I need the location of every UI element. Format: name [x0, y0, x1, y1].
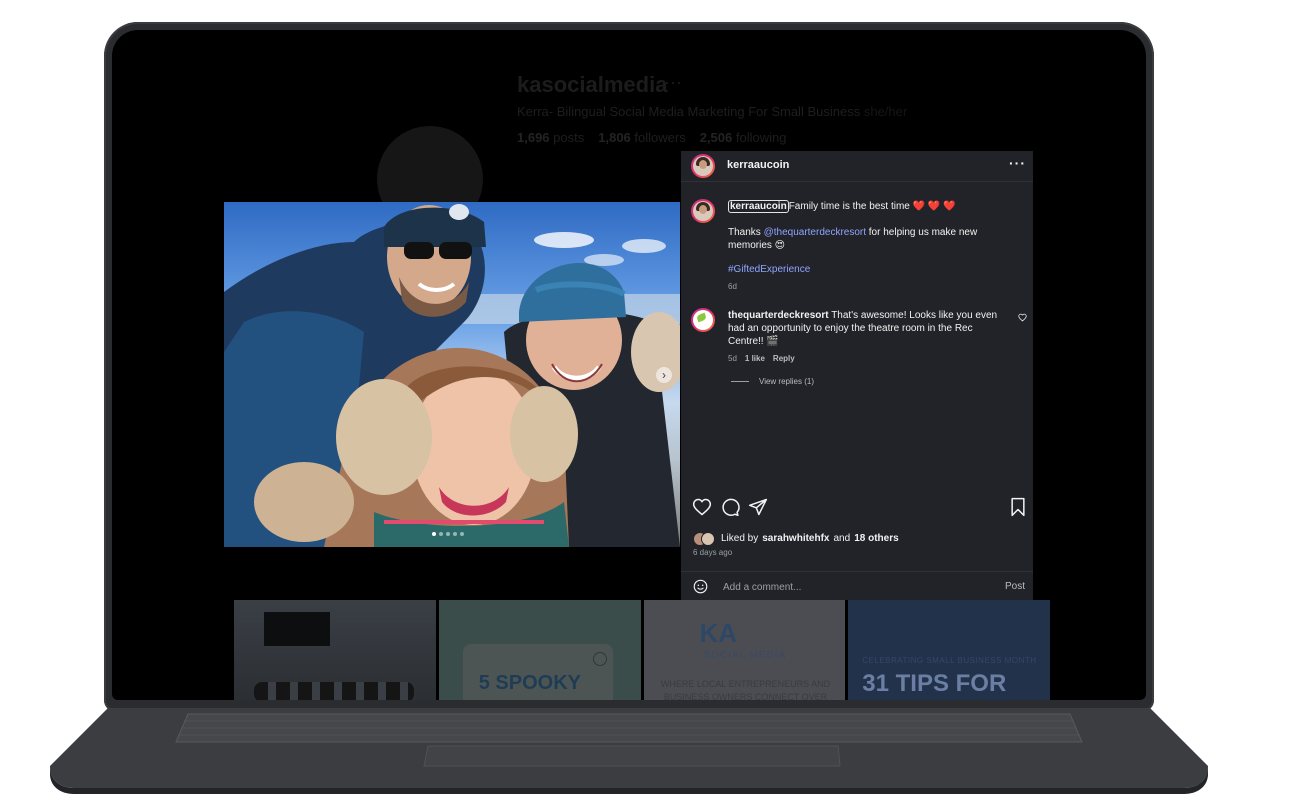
comment-likes[interactable]: 1 like	[745, 354, 765, 363]
comment-reply-button[interactable]: Reply	[773, 354, 795, 363]
replies-divider	[731, 381, 749, 382]
laptop-screen: kasocialmedia ··· Kerra- Bilingual Socia…	[112, 30, 1146, 700]
family-selfie-photo	[224, 204, 680, 547]
caption-author-avatar[interactable]	[691, 199, 715, 223]
mention-link[interactable]: @thequarterdeckresort	[764, 227, 866, 238]
profile-followers-stat: 1,806 followers	[598, 130, 686, 145]
post-comment-button[interactable]: Post	[1005, 581, 1025, 592]
profile-bio-text: Kerra- Bilingual Social Media Marketing …	[517, 104, 861, 119]
view-replies-button[interactable]: View replies (1)	[731, 377, 814, 386]
profile-more-icon: ···	[664, 72, 682, 92]
comment-icon[interactable]	[720, 497, 740, 517]
post-header: kerraaucoin ···	[681, 151, 1033, 182]
author-avatar[interactable]	[691, 154, 715, 178]
grid-post-1	[234, 600, 436, 700]
grid-post-3-logo: KA	[699, 618, 738, 648]
grid-post-2-close-icon	[592, 652, 607, 666]
grid-post-4-kicker: CELEBRATING SMALL BUSINESS MONTH	[862, 656, 1037, 665]
more-options-icon[interactable]: ···	[1009, 155, 1026, 171]
add-comment-input[interactable]	[721, 577, 975, 597]
grid-post-2-title: 5 SPOOKY	[478, 672, 582, 694]
profile-posts-stat: 1,696 posts	[517, 130, 585, 145]
grid-post-3-subtitle: SOCIAL MEDIA	[703, 650, 787, 661]
view-replies-label: View replies (1)	[759, 377, 814, 386]
profile-following-stat: 2,506 following	[699, 130, 787, 145]
comment-text: thequarterdeckresort That's awesome! Loo…	[728, 310, 998, 347]
liker-username[interactable]: sarahwhitehfx	[762, 533, 829, 544]
caption-username[interactable]: kerraaucoin	[728, 200, 789, 213]
profile-username: kasocialmedia	[517, 72, 668, 97]
grid-post-3: KA SOCIAL MEDIA WHERE LOCAL ENTREPRENEUR…	[643, 600, 846, 700]
grid-post-4-title: 31 TIPS FOR	[862, 670, 1007, 697]
caption-thanks: Thanks @thequarterdeckresort for helping…	[728, 227, 978, 251]
hashtag-link[interactable]: #GiftedExperience	[728, 264, 810, 275]
grid-post-3-tagline: WHERE LOCAL ENTREPRENEURS AND BUSINESS O…	[660, 679, 831, 700]
emoji-icon[interactable]	[693, 579, 708, 594]
comment-meta: 5d 1 like Reply	[728, 354, 795, 363]
post-panel: kerraaucoin ··· kerraaucoin Family time i…	[681, 151, 1033, 600]
comment-bar: Post	[681, 571, 1033, 601]
carousel-next-button[interactable]: ›	[656, 367, 672, 383]
carousel-indicator	[432, 532, 464, 536]
comment-like-heart-icon[interactable]	[1018, 313, 1027, 322]
grid-post-4: CELEBRATING SMALL BUSINESS MONTH 31 TIPS…	[848, 600, 1050, 700]
grid-post-1-people	[254, 682, 414, 700]
commenter-avatar[interactable]	[691, 308, 715, 332]
post-photo[interactable]: ›	[224, 202, 680, 547]
caption-time: 6d	[728, 282, 737, 291]
bookmark-icon[interactable]	[1008, 497, 1028, 517]
grid-post-1-tv	[264, 612, 330, 646]
likes-others[interactable]: 18 others	[854, 533, 898, 544]
share-icon[interactable]	[748, 497, 768, 517]
laptop-base	[50, 708, 1208, 794]
caption-text: Family time is the best time	[788, 201, 910, 212]
liker-avatars	[693, 532, 717, 546]
commenter-username[interactable]: thequarterdeckresort	[728, 310, 829, 321]
like-heart-icon[interactable]	[692, 497, 712, 517]
profile-grid: 5 SPOOKY KA SOCIAL MEDIA WHERE LOCAL ENT…	[234, 600, 1050, 700]
author-username[interactable]: kerraaucoin	[727, 159, 789, 171]
post-caption: kerraaucoin Family time is the best time …	[728, 200, 1018, 213]
profile-stats: 1,696 posts 1,806 followers 2,506 follow…	[517, 130, 786, 145]
grid-post-2: 5 SPOOKY	[438, 600, 641, 700]
profile-pronouns: she/her	[863, 104, 908, 119]
likes-summary[interactable]: Liked by sarahwhitehfx and 18 others	[693, 532, 899, 546]
post-actions	[681, 497, 1033, 519]
caption-hearts: ❤️ ❤️ ❤️	[912, 201, 956, 212]
post-timestamp: 6 days ago	[693, 548, 733, 557]
profile-bio: Kerra- Bilingual Social Media Marketing …	[517, 104, 907, 119]
comment-time: 5d	[728, 354, 737, 363]
